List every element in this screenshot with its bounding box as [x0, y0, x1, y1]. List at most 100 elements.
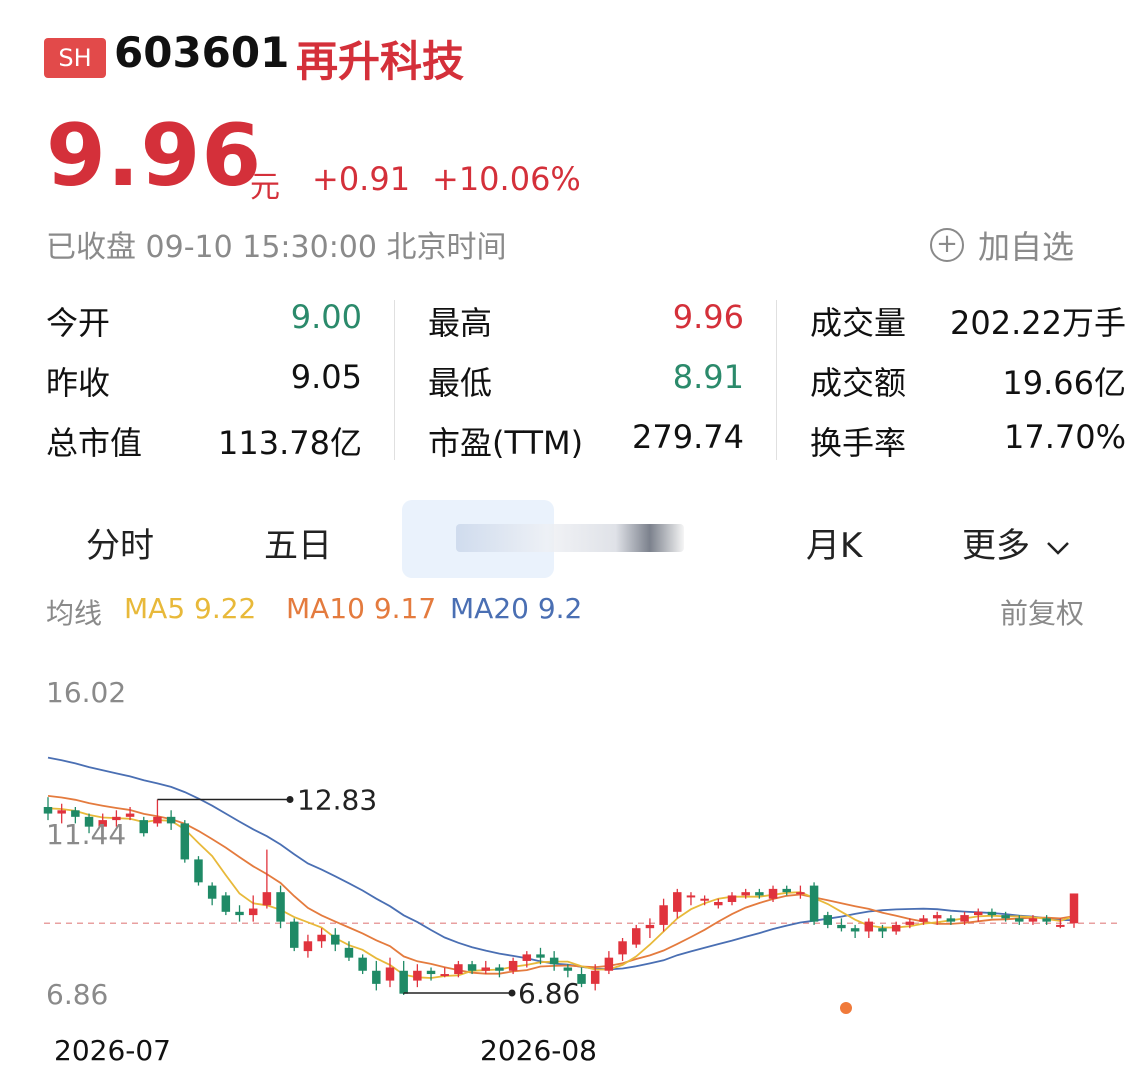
candle-body	[960, 915, 969, 922]
candle-body	[618, 941, 627, 955]
candle-body	[714, 901, 723, 906]
tab-intraday[interactable]: 分时	[86, 518, 154, 567]
candle-body	[1056, 924, 1065, 927]
candle-body	[905, 921, 915, 925]
stock-code: 603601	[114, 28, 290, 77]
candle-body	[796, 892, 805, 895]
price-change: +0.91	[312, 160, 411, 198]
price-change-pct: +10.06%	[432, 160, 581, 198]
candle-body	[768, 888, 778, 899]
stat-pe-value: 279.74	[632, 418, 744, 456]
candle-body	[344, 947, 354, 958]
blurred-tab-label	[456, 524, 684, 552]
stat-prev-close-value: 9.05	[290, 358, 362, 396]
candle-body	[864, 921, 874, 932]
period-tabs: 分时 五日 月K 更多	[0, 500, 1141, 580]
candle-body	[399, 970, 408, 994]
candle-body	[1001, 915, 1010, 919]
price-unit: 元	[250, 170, 280, 205]
tab-monthly-k[interactable]: 月K	[806, 518, 862, 567]
candle-body	[837, 924, 846, 929]
stats-divider	[394, 300, 395, 460]
tab-more[interactable]: 更多	[962, 518, 1071, 567]
x-axis-label-aug: 2026-08	[480, 1034, 597, 1067]
ma10-value: MA10 9.17	[286, 592, 437, 625]
candle-body	[467, 964, 477, 971]
candle-body	[604, 957, 614, 971]
candle-body	[850, 928, 860, 932]
adjust-mode[interactable]: 前复权	[1000, 592, 1084, 632]
candle-body	[919, 918, 928, 922]
candle-body	[413, 970, 422, 981]
candle-body	[358, 957, 367, 971]
stat-open-value: 9.00	[290, 298, 362, 336]
low-annotation-dot	[508, 989, 516, 997]
candle-body	[1028, 918, 1038, 922]
tab-five-day[interactable]: 五日	[264, 518, 332, 567]
stat-volume-value: 202.22万手	[950, 304, 1126, 342]
exchange-badge: SH	[44, 38, 106, 78]
candle-body	[303, 941, 313, 952]
candle-body	[71, 810, 80, 817]
candle-body	[262, 892, 272, 906]
candle-body	[741, 892, 750, 896]
stat-prev-close-label: 昨收	[46, 364, 111, 402]
candle-body	[166, 816, 176, 824]
stat-turnover-label: 成交额	[810, 364, 907, 402]
kline-chart[interactable]: 12.83 6.86	[0, 660, 1141, 1080]
candle-body	[1069, 893, 1079, 924]
stat-high-label: 最高	[428, 304, 493, 342]
ma10-line	[47, 795, 1075, 975]
candle-body	[57, 810, 66, 814]
add-watchlist-button[interactable]: + 加自选	[930, 222, 1074, 268]
candle-body	[673, 892, 682, 912]
tab-more-label: 更多	[962, 526, 1030, 566]
market-status: 已收盘 09-10 15:30:00 北京时间	[46, 230, 507, 265]
candle-body	[317, 934, 326, 942]
candle-body	[454, 964, 463, 975]
high-annotation-label: 12.83	[297, 783, 377, 816]
candle-body	[727, 895, 737, 902]
stat-low-value: 8.91	[672, 358, 744, 396]
y-axis-max: 16.02	[46, 676, 127, 709]
candle-body	[686, 895, 696, 898]
candle-body	[153, 816, 162, 824]
candle-body	[1015, 918, 1024, 922]
tab-daily-k[interactable]	[456, 520, 686, 556]
candle-body	[289, 921, 299, 948]
candle-body	[631, 928, 641, 945]
ma-label: 均线	[46, 597, 103, 630]
candle-body	[440, 974, 449, 977]
stat-market-cap-value: 113.78亿	[218, 424, 362, 462]
candle-body	[878, 928, 887, 932]
x-axis-label-jul: 2026-07	[54, 1034, 171, 1067]
candle-body	[235, 911, 244, 916]
stat-market-cap-label: 总市值	[46, 424, 143, 462]
stat-open-label: 今开	[46, 304, 111, 342]
candle-body	[645, 924, 655, 929]
candle-body	[987, 911, 997, 916]
candle-body	[481, 967, 491, 971]
candle-body	[782, 888, 791, 893]
candle-body	[522, 954, 532, 961]
y-axis-min: 6.86	[46, 978, 109, 1011]
candle-body	[891, 924, 901, 932]
stat-pe-label: 市盈(TTM)	[428, 424, 584, 462]
candle-body	[385, 967, 395, 981]
candle-body	[932, 915, 942, 919]
plus-circle-icon: +	[930, 228, 964, 262]
candle-body	[180, 823, 190, 860]
current-price: 9.96	[46, 106, 263, 206]
candle-body	[276, 892, 285, 922]
candle-body	[590, 970, 600, 984]
candle-body	[946, 918, 956, 922]
candle-body	[1042, 918, 1051, 922]
candle-body	[823, 915, 833, 925]
candle-body	[659, 905, 668, 925]
low-annotation-label: 6.86	[518, 977, 580, 1010]
stat-volume-label: 成交量	[810, 304, 907, 342]
ma20-value: MA20 9.2	[450, 592, 583, 625]
stat-high-value: 9.96	[672, 298, 744, 336]
candle-body	[549, 957, 559, 965]
candle-body	[973, 911, 983, 916]
